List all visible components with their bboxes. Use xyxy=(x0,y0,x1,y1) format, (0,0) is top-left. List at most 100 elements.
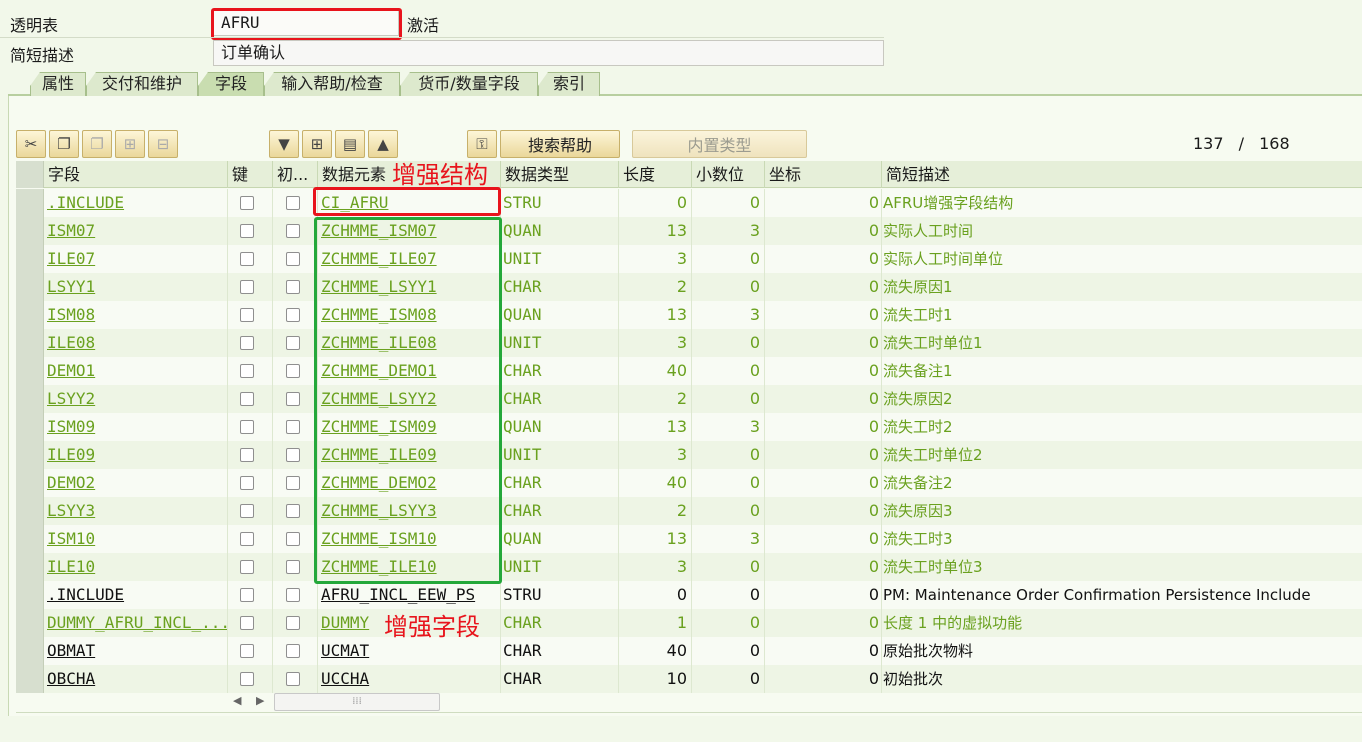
row-selector[interactable] xyxy=(16,665,44,693)
table-row[interactable]: DUMMY_AFRU_INCL_... DUMMY CHAR 1 0 0 长度 1 中的虚拟… xyxy=(16,609,1362,637)
initial-checkbox[interactable] xyxy=(286,364,300,378)
builtin-type-button[interactable]: 内置类型 xyxy=(632,130,807,158)
initial-checkbox[interactable] xyxy=(286,280,300,294)
scroll-left-icon[interactable]: ◀ xyxy=(233,694,241,707)
field-name[interactable]: ILE10 xyxy=(44,553,228,581)
field-name[interactable]: DEMO2 xyxy=(44,469,228,497)
tab-input-help[interactable]: 输入帮助/检查 xyxy=(264,72,400,96)
copy-icon[interactable]: ❐ xyxy=(49,130,79,158)
row-selector[interactable] xyxy=(16,357,44,385)
row-selector[interactable] xyxy=(16,301,44,329)
search-help-button[interactable]: 搜索帮助 xyxy=(500,130,620,158)
table-row[interactable]: LSYY1 ZCHMME_LSYY1 CHAR 2 0 0 流失原因1 xyxy=(16,273,1362,301)
row-selector[interactable] xyxy=(16,637,44,665)
key-checkbox[interactable] xyxy=(240,532,254,546)
initial-checkbox[interactable] xyxy=(286,588,300,602)
field-name[interactable]: ILE09 xyxy=(44,441,228,469)
table-row[interactable]: ILE09 ZCHMME_ILE09 UNIT 3 0 0 流失工时单位2 xyxy=(16,441,1362,469)
field-name[interactable]: LSYY2 xyxy=(44,385,228,413)
col-key[interactable]: 键 xyxy=(228,161,273,188)
tab-delivery-maintenance[interactable]: 交付和维护 xyxy=(86,72,198,96)
key-checkbox[interactable] xyxy=(240,476,254,490)
table-row[interactable]: ISM08 ZCHMME_ISM08 QUAN 13 3 0 流失工时1 xyxy=(16,301,1362,329)
initial-checkbox[interactable] xyxy=(286,252,300,266)
row-selector[interactable] xyxy=(16,469,44,497)
field-name[interactable]: DEMO1 xyxy=(44,357,228,385)
field-name[interactable]: ISM09 xyxy=(44,413,228,441)
filter-icon[interactable]: ▼ xyxy=(269,130,299,158)
initial-checkbox[interactable] xyxy=(286,448,300,462)
table-row[interactable]: ISM07 ZCHMME_ISM07 QUAN 13 3 0 实际人工时间 xyxy=(16,217,1362,245)
key-checkbox[interactable] xyxy=(240,392,254,406)
key-checkbox[interactable] xyxy=(240,224,254,238)
field-name[interactable]: ILE08 xyxy=(44,329,228,357)
insert-icon[interactable]: ⊞ xyxy=(302,130,332,158)
key-checkbox[interactable] xyxy=(240,336,254,350)
col-initial[interactable]: 初... xyxy=(273,161,318,188)
field-name[interactable]: ILE07 xyxy=(44,245,228,273)
key-checkbox[interactable] xyxy=(240,364,254,378)
col-short-desc[interactable]: 简短描述 xyxy=(882,161,1362,188)
table-row[interactable]: OBMAT UCMAT CHAR 40 0 0 原始批次物料 xyxy=(16,637,1362,665)
table-row[interactable]: ILE08 ZCHMME_ILE08 UNIT 3 0 0 流失工时单位1 xyxy=(16,329,1362,357)
row-selector[interactable] xyxy=(16,217,44,245)
short-desc-field[interactable]: 订单确认 xyxy=(213,40,884,66)
table-row[interactable]: LSYY2 ZCHMME_LSYY2 CHAR 2 0 0 流失原因2 xyxy=(16,385,1362,413)
initial-checkbox[interactable] xyxy=(286,644,300,658)
tab-attributes[interactable]: 属性 xyxy=(30,72,86,96)
key-checkbox[interactable] xyxy=(240,252,254,266)
row-selector[interactable] xyxy=(16,609,44,637)
select-all-cell[interactable] xyxy=(16,161,44,188)
table-row[interactable]: .INCLUDE CI_AFRU STRU 0 0 0 AFRU增强字段结构 xyxy=(16,189,1362,217)
field-name[interactable]: .INCLUDE xyxy=(44,189,228,217)
insert-row-icon[interactable]: ⊞ xyxy=(115,130,145,158)
field-name[interactable]: .INCLUDE xyxy=(44,581,228,609)
col-decimals[interactable]: 小数位 xyxy=(692,161,765,188)
initial-checkbox[interactable] xyxy=(286,532,300,546)
initial-checkbox[interactable] xyxy=(286,224,300,238)
initial-checkbox[interactable] xyxy=(286,476,300,490)
col-length[interactable]: 长度 xyxy=(619,161,692,188)
tab-indexes[interactable]: 索引 xyxy=(538,72,600,96)
field-name[interactable]: ISM07 xyxy=(44,217,228,245)
table-row[interactable]: ISM09 ZCHMME_ISM09 QUAN 13 3 0 流失工时2 xyxy=(16,413,1362,441)
field-name[interactable]: ISM10 xyxy=(44,525,228,553)
data-element[interactable]: AFRU_INCL_EEW_PS xyxy=(318,581,501,609)
col-coordinate[interactable]: 坐标 xyxy=(765,161,882,188)
table-row[interactable]: ILE10 ZCHMME_ILE10 UNIT 3 0 0 流失工时单位3 xyxy=(16,553,1362,581)
row-selector[interactable] xyxy=(16,273,44,301)
field-name[interactable]: LSYY3 xyxy=(44,497,228,525)
field-name[interactable]: ISM08 xyxy=(44,301,228,329)
row-selector[interactable] xyxy=(16,525,44,553)
row-selector[interactable] xyxy=(16,497,44,525)
initial-checkbox[interactable] xyxy=(286,560,300,574)
table-row[interactable]: .INCLUDE AFRU_INCL_EEW_PS STRU 0 0 0 PM: Maint… xyxy=(16,581,1362,609)
row-selector[interactable] xyxy=(16,245,44,273)
table-row[interactable]: ILE07 ZCHMME_ILE07 UNIT 3 0 0 实际人工时间单位 xyxy=(16,245,1362,273)
row-selector[interactable] xyxy=(16,329,44,357)
table-row[interactable]: DEMO1 ZCHMME_DEMO1 CHAR 40 0 0 流失备注1 xyxy=(16,357,1362,385)
table-row[interactable]: LSYY3 ZCHMME_LSYY3 CHAR 2 0 0 流失原因3 xyxy=(16,497,1362,525)
key-checkbox[interactable] xyxy=(240,644,254,658)
initial-checkbox[interactable] xyxy=(286,308,300,322)
key-checkbox[interactable] xyxy=(240,504,254,518)
clipboard-icon[interactable]: ▤ xyxy=(335,130,365,158)
key-checkbox[interactable] xyxy=(240,280,254,294)
table-row[interactable]: ISM10 ZCHMME_ISM10 QUAN 13 3 0 流失工时3 xyxy=(16,525,1362,553)
tab-currency-quantity[interactable]: 货币/数量字段 xyxy=(400,72,538,96)
initial-checkbox[interactable] xyxy=(286,196,300,210)
delete-row-icon[interactable]: ⊟ xyxy=(148,130,178,158)
initial-checkbox[interactable] xyxy=(286,392,300,406)
col-data-type[interactable]: 数据类型 xyxy=(501,161,619,188)
table-row[interactable]: DEMO2 ZCHMME_DEMO2 CHAR 40 0 0 流失备注2 xyxy=(16,469,1362,497)
row-selector[interactable] xyxy=(16,581,44,609)
key-checkbox[interactable] xyxy=(240,560,254,574)
paste-icon[interactable]: ❐ xyxy=(82,130,112,158)
cut-icon[interactable]: ✂ xyxy=(16,130,46,158)
field-name[interactable]: DUMMY_AFRU_INCL_... xyxy=(44,609,228,637)
key-checkbox[interactable] xyxy=(240,672,254,686)
data-element[interactable]: UCCHA xyxy=(318,665,501,693)
initial-checkbox[interactable] xyxy=(286,504,300,518)
move-up-icon[interactable]: ▲ xyxy=(368,130,398,158)
key-checkbox[interactable] xyxy=(240,616,254,630)
